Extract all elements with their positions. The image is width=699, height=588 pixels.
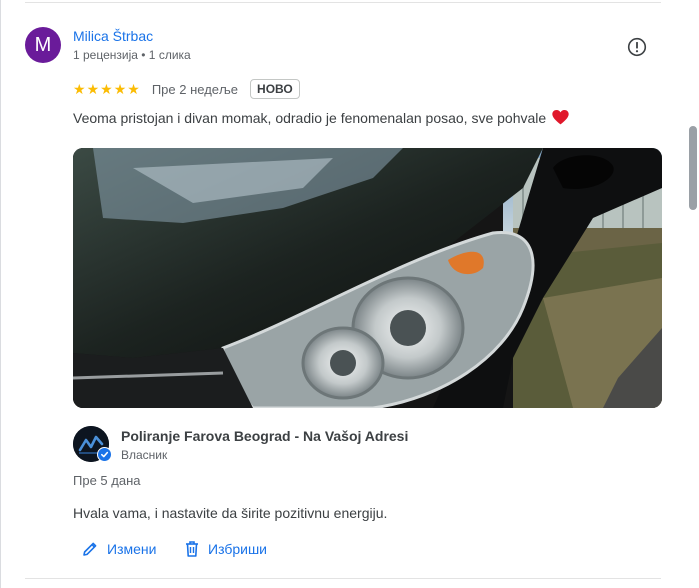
bottom-divider: [25, 578, 661, 579]
top-divider: [25, 2, 661, 3]
scrollbar-thumb[interactable]: [689, 126, 697, 210]
review-date: Пре 2 недеље: [151, 81, 239, 97]
verified-badge-icon: [97, 447, 112, 462]
owner-response-date: Пре 5 дана: [73, 473, 141, 488]
owner-name: Poliranje Farova Beograd - Na Vašoj Adre…: [121, 428, 409, 444]
star-icon: ★: [113, 81, 127, 97]
star-icon: ★: [127, 81, 140, 97]
avatar-letter: M: [34, 33, 52, 56]
report-review-button[interactable]: [627, 37, 647, 57]
review-text-content: Veoma pristojan i divan momak, odradio j…: [73, 110, 547, 126]
delete-response-button[interactable]: Избриши: [184, 538, 267, 560]
pencil-icon: [83, 542, 97, 556]
review-photo[interactable]: [73, 148, 662, 408]
panel-left-border: [0, 0, 1, 588]
scrollbar[interactable]: [685, 0, 699, 588]
owner-role: Власник: [121, 448, 168, 462]
owner-response-text: Hvala vama, i nastavite da širite poziti…: [73, 505, 388, 521]
delete-label: Избриши: [208, 541, 268, 557]
owner-logo[interactable]: [73, 426, 112, 462]
edit-label: Измени: [107, 541, 157, 557]
new-badge: НОВО: [250, 79, 300, 99]
reviewer-avatar[interactable]: M: [25, 27, 61, 63]
star-icon: ★: [100, 81, 113, 97]
trash-icon: [186, 541, 198, 557]
star-icon: ★: [73, 81, 86, 97]
reviewer-meta: 1 рецензија • 1 слика: [73, 48, 191, 62]
heart-emoji: [552, 110, 569, 125]
rating-row: ★ ★ ★ ★ ★ Пре 2 недеље НОВО: [73, 78, 300, 100]
edit-response-button[interactable]: Измени: [81, 538, 156, 560]
car-headlight-image: [73, 148, 662, 408]
star-rating: ★ ★ ★ ★ ★: [73, 82, 140, 96]
flag-icon: [627, 37, 647, 57]
review-text: Veoma pristojan i divan momak, odradio j…: [73, 110, 569, 126]
reviewer-name[interactable]: Milica Štrbac: [73, 28, 153, 44]
star-icon: ★: [86, 81, 100, 97]
